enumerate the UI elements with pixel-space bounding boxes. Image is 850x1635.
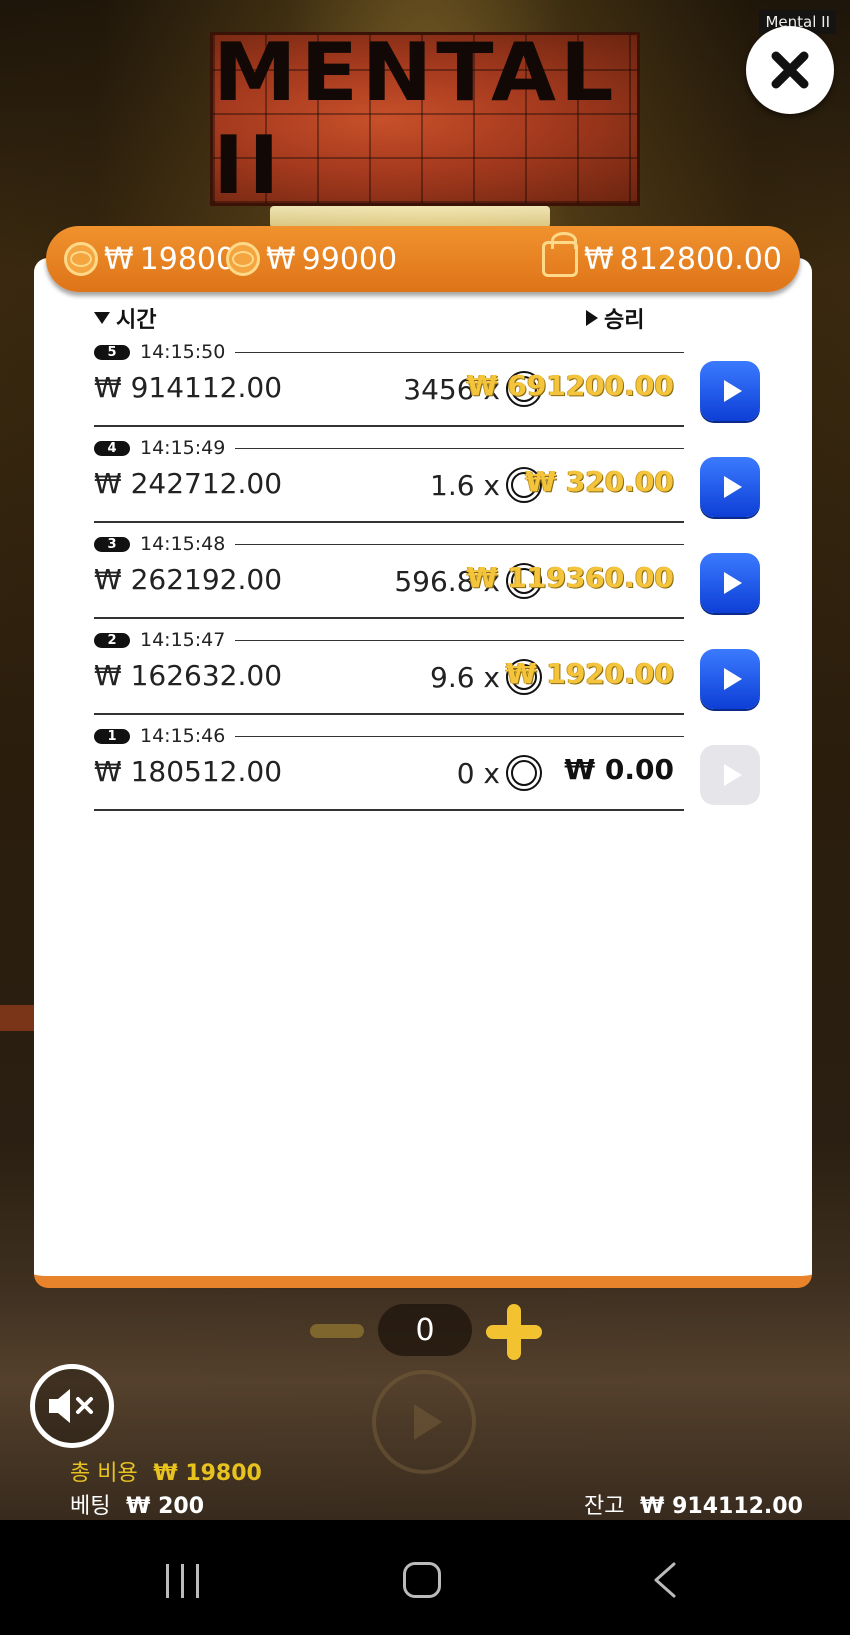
- round-win: ₩ 119360.00: [466, 561, 674, 594]
- sort-down-icon: [94, 312, 110, 324]
- currency-symbol: ₩: [584, 241, 614, 277]
- logo-text: MENTAL II: [213, 25, 618, 213]
- replay-button[interactable]: [700, 649, 760, 709]
- background-detail: [0, 1005, 34, 1031]
- bet-label: 베팅: [70, 1494, 111, 1519]
- balance-value: ₩ 914112.00: [640, 1494, 803, 1519]
- wallet-icon: [542, 232, 578, 277]
- divider: [235, 351, 684, 353]
- cost-2-value: 99000: [301, 241, 398, 277]
- replay-button[interactable]: [700, 553, 760, 613]
- round-balance: ₩ 262192.00: [94, 563, 283, 596]
- cost-1-group: ₩ 19800: [64, 242, 235, 277]
- increase-button[interactable]: [486, 1304, 542, 1360]
- round-time: 14:15:50: [140, 341, 226, 363]
- round-win: ₩ 320.00: [525, 465, 674, 498]
- play-icon: [723, 380, 742, 402]
- divider: [94, 713, 684, 715]
- play-icon: [414, 1404, 442, 1440]
- wallet-group: ₩ 812800.00: [542, 232, 782, 277]
- round-multiplier: 0 x: [457, 755, 542, 791]
- quantity-value: 0: [378, 1304, 472, 1356]
- play-icon: [723, 668, 742, 690]
- replay-button[interactable]: [700, 361, 760, 421]
- round-win: ₩ 1920.00: [505, 657, 674, 690]
- history-row: 5 14:15:50 ₩ 914112.00 3456 x ₩ 691200.0…: [94, 341, 760, 437]
- balance-label: 잔고: [584, 1494, 625, 1519]
- bet-amount: 베팅 ₩ 200: [70, 1488, 204, 1520]
- round-time: 14:15:48: [140, 533, 226, 555]
- currency-symbol: ₩: [104, 241, 134, 277]
- divider: [235, 447, 684, 449]
- logo-light: [270, 206, 550, 228]
- replay-button[interactable]: [700, 457, 760, 517]
- multiplier-value: 1.6 x: [430, 468, 500, 502]
- history-row: 1 14:15:46 ₩ 180512.00 0 x ₩ 0.00: [94, 725, 760, 821]
- round-time: 14:15:47: [140, 629, 226, 651]
- system-navigation-bar: [0, 1520, 850, 1635]
- divider: [94, 617, 684, 619]
- play-icon: [723, 764, 742, 786]
- time-column-label: 시간: [116, 308, 157, 333]
- cost-1-value: 19800: [139, 241, 236, 277]
- multiplier-value: 0 x: [456, 756, 500, 790]
- game-logo: MENTAL II: [210, 26, 640, 212]
- round-balance: ₩ 162632.00: [94, 659, 283, 692]
- round-badge: 3: [94, 536, 130, 552]
- divider: [235, 639, 684, 641]
- round-badge: 2: [94, 632, 130, 648]
- sound-muted-icon: [49, 1389, 93, 1423]
- round-time: 14:15:46: [140, 725, 226, 747]
- coin-icon: [506, 755, 542, 791]
- replay-button-disabled[interactable]: [700, 745, 760, 805]
- home-icon[interactable]: [403, 1562, 441, 1598]
- back-icon[interactable]: [650, 1562, 680, 1598]
- total-cost-label: 총 비용: [70, 1461, 138, 1486]
- divider: [94, 425, 684, 427]
- round-badge: 4: [94, 440, 130, 456]
- sort-right-icon: [586, 310, 598, 326]
- history-row: 4 14:15:49 ₩ 242712.00 1.6 x ₩ 320.00: [94, 437, 760, 533]
- close-button[interactable]: [746, 26, 834, 114]
- divider: [94, 809, 684, 811]
- sort-time-header[interactable]: 시간: [94, 302, 156, 334]
- coin-icon: [64, 242, 98, 276]
- wallet-value: 812800.00: [619, 241, 782, 277]
- sound-toggle-button[interactable]: [30, 1364, 114, 1448]
- history-header-bar: ₩ 19800 ₩ 99000 ₩ 812800.00: [46, 226, 800, 292]
- round-win: ₩ 691200.00: [466, 369, 674, 402]
- round-balance: ₩ 242712.00: [94, 467, 283, 500]
- recent-apps-icon[interactable]: [166, 1564, 202, 1598]
- decrease-button[interactable]: [310, 1324, 364, 1338]
- spin-button[interactable]: [372, 1370, 476, 1474]
- round-balance: ₩ 180512.00: [94, 755, 283, 788]
- total-cost: 총 비용 ₩ 19800: [70, 1455, 262, 1487]
- divider: [94, 521, 684, 523]
- play-icon: [723, 476, 742, 498]
- multiplier-value: 9.6 x: [430, 660, 500, 694]
- win-column-label: 승리: [604, 308, 645, 333]
- round-badge: 1: [94, 728, 130, 744]
- round-time: 14:15:49: [140, 437, 226, 459]
- bet-value: ₩ 200: [126, 1494, 205, 1519]
- round-badge: 5: [94, 344, 130, 360]
- round-win: ₩ 0.00: [564, 753, 674, 786]
- history-row: 3 14:15:48 ₩ 262192.00 596.8 x ₩ 119360.…: [94, 533, 760, 629]
- balance: 잔고 ₩ 914112.00: [584, 1488, 803, 1520]
- history-row: 2 14:15:47 ₩ 162632.00 9.6 x ₩ 1920.00: [94, 629, 760, 725]
- round-balance: ₩ 914112.00: [94, 371, 283, 404]
- divider: [235, 543, 684, 545]
- cost-2-group: ₩ 99000: [226, 242, 397, 277]
- coin-stack-icon: [226, 242, 260, 276]
- divider: [235, 735, 684, 737]
- close-icon: [771, 51, 809, 89]
- quantity-controls: 0: [0, 1302, 850, 1360]
- currency-symbol: ₩: [266, 241, 296, 277]
- play-icon: [723, 572, 742, 594]
- sort-win-header[interactable]: 승리: [586, 302, 644, 334]
- total-cost-value: ₩ 19800: [153, 1461, 262, 1486]
